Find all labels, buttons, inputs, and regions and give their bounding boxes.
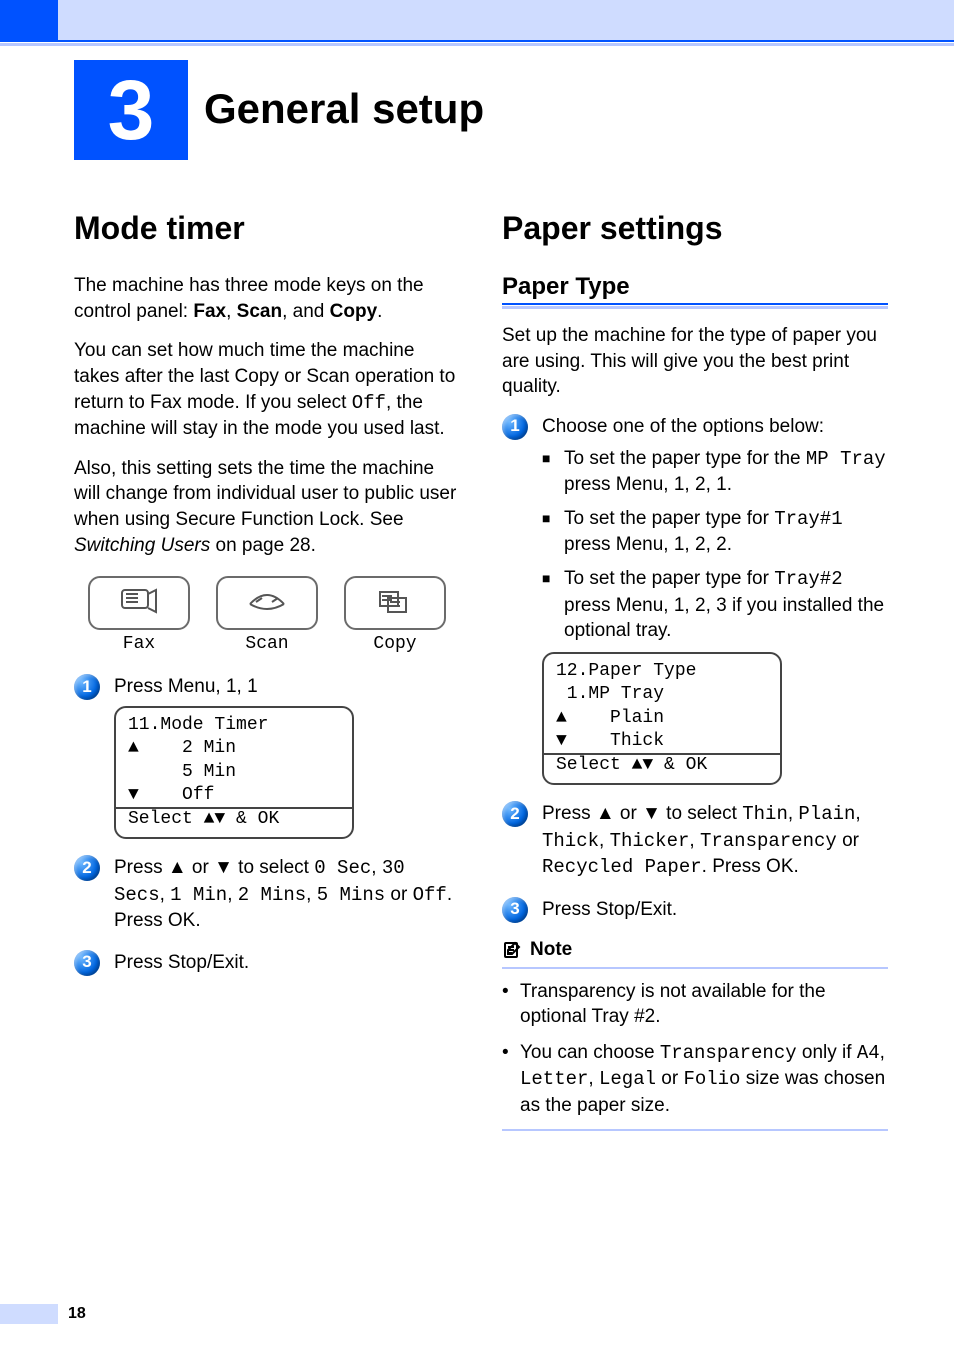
mode-timer-step-3: 3 Press Stop/Exit. bbox=[74, 950, 460, 976]
step-badge: 2 bbox=[74, 855, 100, 881]
paper-type-heading: Paper Type bbox=[502, 273, 888, 301]
right-column: Paper settings Paper Type Set up the mac… bbox=[502, 210, 888, 1131]
page-header-rule bbox=[0, 40, 954, 46]
page-footer: 18 bbox=[0, 1304, 86, 1324]
fax-icon bbox=[116, 584, 162, 623]
note-rule-bottom bbox=[502, 1129, 888, 1131]
copy-icon bbox=[372, 584, 418, 623]
mode-timer-step-1: 1 Press Menu, 1, 1 11.Mode Timer 2 Min ▲… bbox=[74, 674, 460, 839]
down-arrow-icon bbox=[128, 785, 139, 805]
mode-keys-illustration: Fax Scan Copy bbox=[88, 576, 460, 654]
paper-type-step-1: 1 Choose one of the options below: To se… bbox=[502, 414, 888, 785]
paper-type-option-tray2: To set the paper type for Tray#2 press M… bbox=[542, 566, 888, 644]
mode-timer-steps: 1 Press Menu, 1, 1 11.Mode Timer 2 Min ▲… bbox=[74, 674, 460, 975]
paper-settings-heading: Paper settings bbox=[502, 210, 888, 247]
chapter-title: General setup bbox=[204, 85, 484, 133]
note-item-2: You can choose Transparency only if A4, … bbox=[502, 1040, 888, 1119]
paper-type-intro: Set up the machine for the type of paper… bbox=[502, 323, 888, 400]
note-icon bbox=[502, 940, 522, 960]
paper-type-steps: 1 Choose one of the options below: To se… bbox=[502, 414, 888, 923]
mode-timer-intro-1: The machine has three mode keys on the c… bbox=[74, 273, 460, 324]
arrow-pair-icon bbox=[204, 809, 226, 829]
step-badge: 2 bbox=[502, 801, 528, 827]
up-arrow-icon bbox=[556, 708, 567, 728]
paper-type-step-1-options: To set the paper type for the MP Tray pr… bbox=[542, 446, 888, 644]
paper-type-option-tray1: To set the paper type for Tray#1 press M… bbox=[542, 506, 888, 558]
page-header-band bbox=[58, 0, 954, 40]
step-badge: 3 bbox=[74, 950, 100, 976]
footer-tab bbox=[0, 1304, 58, 1324]
note-rule-top bbox=[502, 967, 888, 969]
mode-timer-intro-2: You can set how much time the machine ta… bbox=[74, 338, 460, 442]
scan-key-label: Scan bbox=[216, 634, 318, 654]
note-list: Transparency is not available for the op… bbox=[502, 979, 888, 1119]
chapter-number-box: 3 bbox=[74, 60, 188, 160]
arrow-pair-icon bbox=[632, 755, 654, 775]
paper-type-step-3: 3 Press Stop/Exit. bbox=[502, 897, 888, 923]
mode-timer-intro-3: Also, this setting sets the time the mac… bbox=[74, 456, 460, 559]
paper-type-rule bbox=[502, 303, 888, 309]
fax-key: Fax bbox=[88, 576, 190, 654]
note-title: Note bbox=[530, 939, 572, 961]
page-number: 18 bbox=[68, 1305, 86, 1323]
step-badge: 1 bbox=[502, 414, 528, 440]
paper-type-option-mp: To set the paper type for the MP Tray pr… bbox=[542, 446, 888, 498]
note-item-1: Transparency is not available for the op… bbox=[502, 979, 888, 1030]
fax-key-label: Fax bbox=[88, 634, 190, 654]
copy-key: Copy bbox=[344, 576, 446, 654]
mode-timer-lcd: 11.Mode Timer 2 Min ▲ 5 Min Off Select &… bbox=[114, 706, 354, 839]
paper-type-lcd: 12.Paper Type 1.MP Tray Plain Thick Sele… bbox=[542, 652, 782, 785]
step-badge: 1 bbox=[74, 674, 100, 700]
left-column: Mode timer The machine has three mode ke… bbox=[74, 210, 460, 1131]
copy-key-label: Copy bbox=[344, 634, 446, 654]
mode-timer-step-2: 2 Press ▲ or ▼ to select 0 Sec, 30 Secs,… bbox=[74, 855, 460, 934]
paper-type-step-2: 2 Press ▲ or ▼ to select Thin, Plain, Th… bbox=[502, 801, 888, 881]
down-arrow-icon bbox=[556, 731, 567, 751]
up-arrow-icon bbox=[128, 738, 139, 758]
note-heading: Note bbox=[502, 939, 888, 961]
step-badge: 3 bbox=[502, 897, 528, 923]
page-corner-tab bbox=[0, 0, 58, 40]
chapter-number: 3 bbox=[108, 68, 155, 152]
scan-key: Scan bbox=[216, 576, 318, 654]
scan-icon bbox=[244, 584, 290, 623]
mode-timer-heading: Mode timer bbox=[74, 210, 460, 247]
